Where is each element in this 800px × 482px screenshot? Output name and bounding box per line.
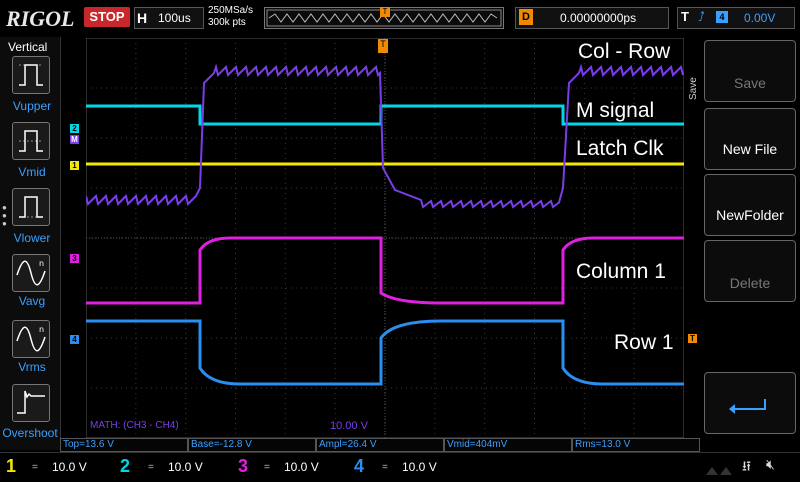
svg-text:n: n bbox=[39, 259, 44, 268]
vertical-panel-title: Vertical bbox=[8, 40, 48, 54]
ch3-scale: 10.0 V bbox=[284, 460, 319, 474]
ch4-number[interactable]: 4 bbox=[354, 456, 364, 477]
ch4-coupling-icon: = bbox=[382, 462, 388, 473]
new-file-button[interactable]: New File bbox=[704, 108, 796, 170]
ch1-scale: 10.0 V bbox=[52, 460, 87, 474]
vlower-button[interactable] bbox=[12, 188, 50, 226]
vrms-button[interactable]: n bbox=[12, 320, 50, 358]
page-dots-indicator: ● ● ● bbox=[2, 203, 7, 228]
ch2-coupling-icon: = bbox=[148, 462, 154, 473]
trigger-position-marker-top: T bbox=[380, 7, 390, 17]
delay-value: 0.00000000ps bbox=[560, 11, 637, 25]
vupper-icon bbox=[19, 64, 43, 86]
trigger-level: 0.00V bbox=[744, 11, 776, 25]
save-button-label: Save bbox=[734, 75, 766, 91]
timebase-value: 100us bbox=[158, 11, 191, 25]
ch2-scale: 10.0 V bbox=[168, 460, 203, 474]
ch2-number[interactable]: 2 bbox=[120, 456, 130, 477]
horizontal-trigger-marker: T bbox=[378, 39, 388, 53]
ch1-number[interactable]: 1 bbox=[6, 456, 16, 477]
vmid-button[interactable] bbox=[12, 122, 50, 160]
overshoot-label: Overshoot bbox=[2, 426, 58, 440]
ch2-offset-marker[interactable]: 2 bbox=[70, 124, 79, 133]
svg-text:n: n bbox=[39, 325, 44, 334]
usb-icon: ⭿ bbox=[742, 458, 752, 474]
vavg-icon: n bbox=[16, 259, 46, 286]
run-stop-status[interactable]: STOP bbox=[84, 7, 130, 27]
ch4-offset-marker[interactable]: 4 bbox=[70, 335, 79, 344]
speaker-muted-icon[interactable]: 🔇︎ bbox=[766, 456, 775, 473]
overshoot-button[interactable] bbox=[12, 384, 50, 422]
new-folder-button[interactable]: NewFolder bbox=[704, 174, 796, 236]
enter-button[interactable] bbox=[704, 372, 796, 434]
rigol-logo: RIGOL bbox=[6, 6, 75, 31]
annotation-m-signal: M signal bbox=[576, 99, 655, 122]
math-function-label: MATH: (CH3 - CH4) bbox=[90, 420, 179, 431]
math-scale: 10.00 V bbox=[330, 420, 368, 432]
timebase-label: H bbox=[137, 10, 148, 26]
delete-button[interactable]: Delete bbox=[704, 240, 796, 302]
measurement-base[interactable]: Base=-12.8 V bbox=[188, 438, 316, 452]
ch1-offset-marker[interactable]: 1 bbox=[70, 161, 79, 170]
delay-label: D bbox=[519, 9, 533, 25]
new-file-label: New File bbox=[722, 141, 778, 157]
math-offset-marker[interactable]: M bbox=[70, 135, 79, 144]
save-menu-tab: Save bbox=[688, 77, 699, 100]
overshoot-icon bbox=[17, 390, 45, 414]
trigger-level-marker[interactable]: T bbox=[688, 334, 697, 343]
vavg-button[interactable]: n bbox=[12, 254, 50, 292]
measurement-ampl[interactable]: Ampl=26.4 V bbox=[316, 438, 444, 452]
ch4-scale: 10.0 V bbox=[402, 460, 437, 474]
rising-edge-icon: ⭜ bbox=[698, 9, 705, 24]
vmid-label: Vmid bbox=[18, 165, 46, 179]
annotation-column-1: Column 1 bbox=[576, 260, 666, 283]
trigger-box[interactable] bbox=[677, 7, 795, 29]
ch3-number[interactable]: 3 bbox=[238, 456, 248, 477]
vmid-icon bbox=[19, 130, 43, 152]
waveform-svg bbox=[85, 37, 685, 439]
save-button[interactable]: Save bbox=[704, 40, 796, 102]
ch1-coupling-icon: = bbox=[32, 462, 38, 473]
channel-scroll-arrows-icon[interactable] bbox=[704, 455, 734, 477]
memory-depth: 300k pts bbox=[208, 17, 246, 28]
annotation-latch-clk: Latch Clk bbox=[576, 137, 664, 160]
vupper-label: Vupper bbox=[12, 99, 52, 113]
waveform-display[interactable] bbox=[85, 37, 685, 439]
measurement-rms[interactable]: Rms=13.0 V bbox=[572, 438, 700, 452]
annotation-row-1: Row 1 bbox=[614, 331, 674, 354]
ch3-coupling-icon: = bbox=[264, 462, 270, 473]
trigger-source: 4 bbox=[716, 11, 728, 23]
vrms-label: Vrms bbox=[18, 360, 46, 374]
vavg-label: Vavg bbox=[18, 294, 46, 308]
vlower-label: Vlower bbox=[13, 231, 51, 245]
vrms-icon: n bbox=[16, 325, 46, 352]
trigger-label: T bbox=[681, 9, 689, 24]
sample-rate: 250MSa/s bbox=[208, 5, 254, 16]
vlower-icon bbox=[19, 196, 43, 218]
measurement-top[interactable]: Top=13.6 V bbox=[60, 438, 188, 452]
vupper-button[interactable] bbox=[12, 56, 50, 94]
new-folder-label: NewFolder bbox=[716, 207, 784, 223]
measurement-vmid[interactable]: Vmid=404mV bbox=[444, 438, 572, 452]
ch3-offset-marker[interactable]: 3 bbox=[70, 254, 79, 263]
annotation-col-row: Col - Row bbox=[578, 40, 671, 63]
delete-button-label: Delete bbox=[729, 275, 771, 291]
enter-arrow-icon bbox=[729, 399, 766, 414]
